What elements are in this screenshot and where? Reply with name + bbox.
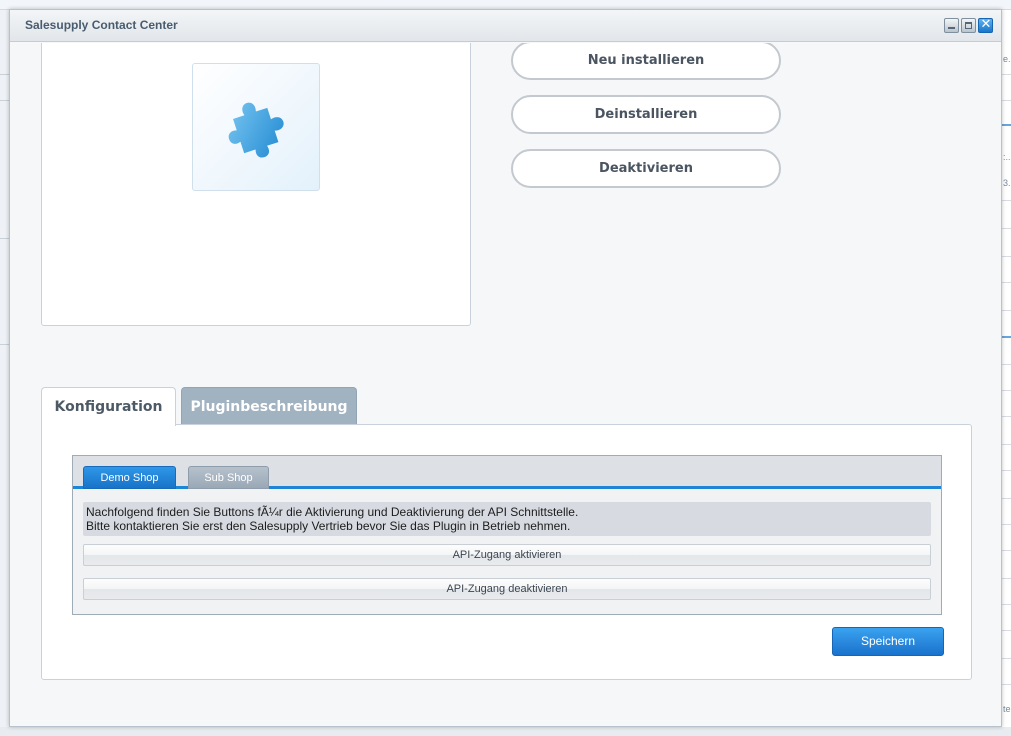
tab-demo-shop[interactable]: Demo Shop	[83, 466, 176, 489]
background-app-footer	[0, 727, 1011, 736]
uninstall-button[interactable]: Deinstallieren	[511, 95, 781, 134]
background-app-left	[0, 10, 9, 736]
background-fragment: 3..	[1003, 178, 1011, 188]
plugin-image-panel	[41, 43, 471, 326]
reinstall-button[interactable]: Neu installieren	[511, 43, 781, 80]
plugin-icon-frame	[192, 63, 320, 191]
activate-api-button[interactable]: API-Zugang aktivieren	[83, 544, 931, 566]
close-button[interactable]: ✕	[978, 17, 993, 33]
tab-pluginbeschreibung[interactable]: Pluginbeschreibung	[181, 387, 357, 425]
minimize-button[interactable]	[944, 18, 959, 33]
shop-tab-strip: Demo Shop Sub Shop	[73, 456, 941, 489]
shop-config-panel: Demo Shop Sub Shop Nachfolgend finden Si…	[72, 455, 942, 615]
background-fragment: te	[1003, 704, 1011, 714]
config-tab-panel: Demo Shop Sub Shop Nachfolgend finden Si…	[41, 424, 972, 680]
deactivate-button[interactable]: Deaktivieren	[511, 149, 781, 188]
background-fragment: :..	[1003, 152, 1011, 162]
api-info-box: Nachfolgend finden Sie Buttons fÃ¼r die …	[83, 502, 931, 536]
minimize-icon	[948, 27, 955, 29]
info-line: Nachfolgend finden Sie Buttons fÃ¼r die …	[86, 505, 579, 519]
deactivate-api-button[interactable]: API-Zugang deaktivieren	[83, 578, 931, 600]
plugin-window: Salesupply Contact Center ✕ Neu installi…	[9, 9, 1002, 727]
maximize-icon	[965, 22, 972, 29]
background-app-right: e. :.. 3.. te	[1002, 10, 1011, 736]
window-title: Salesupply Contact Center	[25, 18, 178, 32]
window-content: Neu installieren Deinstallieren Deaktivi…	[10, 43, 1001, 727]
info-line: Bitte kontaktieren Sie erst den Salesupp…	[86, 519, 571, 533]
close-icon: ✕	[980, 17, 992, 32]
maximize-button[interactable]	[961, 18, 976, 33]
save-button[interactable]: Speichern	[832, 627, 944, 656]
tab-konfiguration[interactable]: Konfiguration	[41, 387, 176, 426]
background-fragment: e.	[1003, 54, 1011, 64]
tab-sub-shop[interactable]: Sub Shop	[188, 466, 269, 489]
puzzle-piece-icon	[228, 102, 284, 158]
window-titlebar[interactable]: Salesupply Contact Center ✕	[10, 10, 1001, 42]
